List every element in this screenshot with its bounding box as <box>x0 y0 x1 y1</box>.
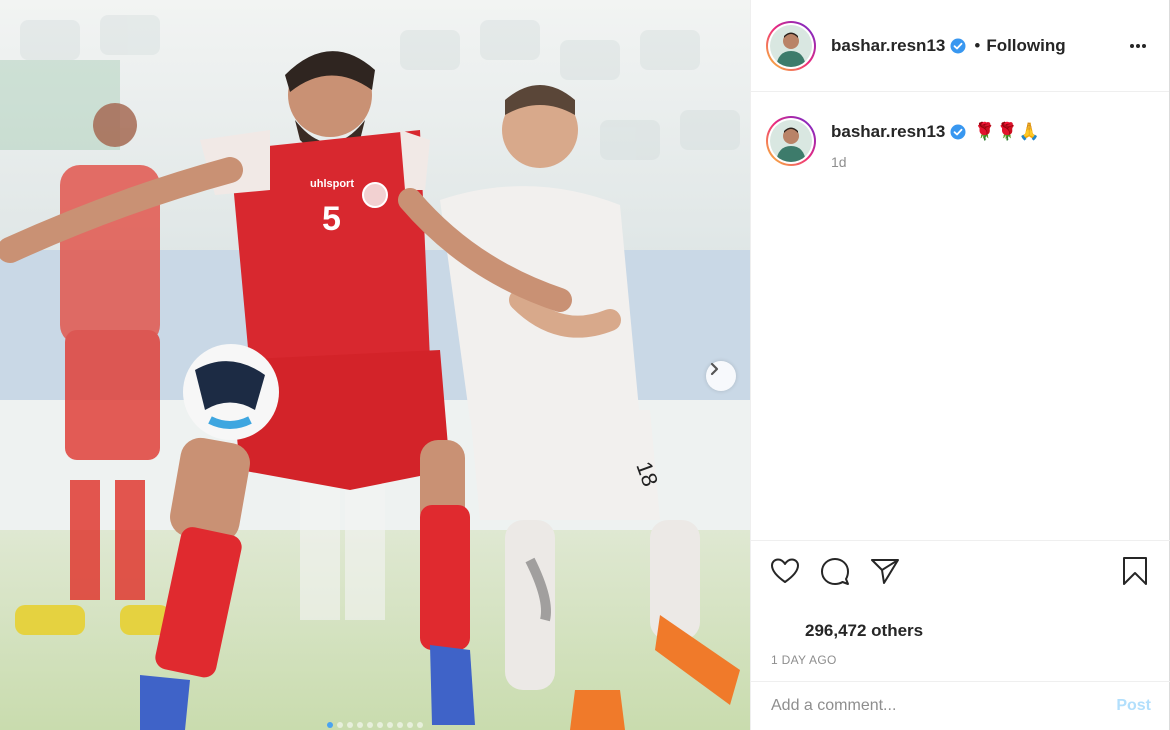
carousel-next-button[interactable] <box>706 361 736 391</box>
post-header: bashar.resn13 • Following <box>751 0 1169 92</box>
carousel-dot <box>367 722 373 728</box>
caption-username[interactable]: bashar.resn13 <box>831 122 945 142</box>
bookmark-icon[interactable] <box>1119 555 1151 592</box>
verified-badge-icon <box>950 124 966 140</box>
caption-text: 🌹🌹🙏 <box>974 122 1041 141</box>
post-caption: bashar.resn13 🌹🌹🙏 1d <box>751 92 1169 170</box>
carousel-dot <box>337 722 343 728</box>
verified-badge-icon <box>950 38 966 54</box>
jersey-number-left: 5 <box>322 200 341 238</box>
action-bar <box>751 540 1170 602</box>
football-photo: 18 5 uhlsport <box>0 0 750 730</box>
comment-bar: Post <box>751 681 1170 730</box>
following-button[interactable]: Following <box>986 36 1065 56</box>
post-comment-button[interactable]: Post <box>1116 697 1151 715</box>
carousel-dot <box>327 722 333 728</box>
caption-time[interactable]: 1d <box>831 154 1041 170</box>
heart-icon[interactable] <box>769 555 801 592</box>
header-separator: • <box>974 35 981 55</box>
carousel-dot <box>407 722 413 728</box>
carousel-dot <box>377 722 383 728</box>
instagram-post-view: 18 5 uhlsport bashar.resn13 • Following … <box>0 0 1170 730</box>
post-timestamp[interactable]: 1 DAY AGO <box>771 653 837 667</box>
carousel-dot <box>347 722 353 728</box>
post-media[interactable]: 18 5 uhlsport <box>0 0 750 730</box>
likes-count[interactable]: 296,472 others <box>805 621 923 641</box>
carousel-dot <box>357 722 363 728</box>
comment-input[interactable] <box>771 697 1117 715</box>
post-side-panel: bashar.resn13 • Following bashar.resn13 … <box>750 0 1170 730</box>
carousel-dot <box>397 722 403 728</box>
header-username[interactable]: bashar.resn13 <box>831 36 945 56</box>
carousel-dot <box>387 722 393 728</box>
sponsor-text: uhlsport <box>310 178 354 190</box>
share-icon[interactable] <box>869 555 901 592</box>
profile-picture-icon <box>770 24 812 67</box>
profile-picture-icon <box>770 120 812 162</box>
carousel-indicators <box>0 722 750 728</box>
carousel-dot <box>417 722 423 728</box>
caption-avatar[interactable] <box>766 116 816 166</box>
more-options-icon[interactable] <box>1129 36 1147 54</box>
avatar[interactable] <box>766 20 816 71</box>
comment-icon[interactable] <box>819 555 851 592</box>
next-arrow-icon <box>710 362 719 376</box>
